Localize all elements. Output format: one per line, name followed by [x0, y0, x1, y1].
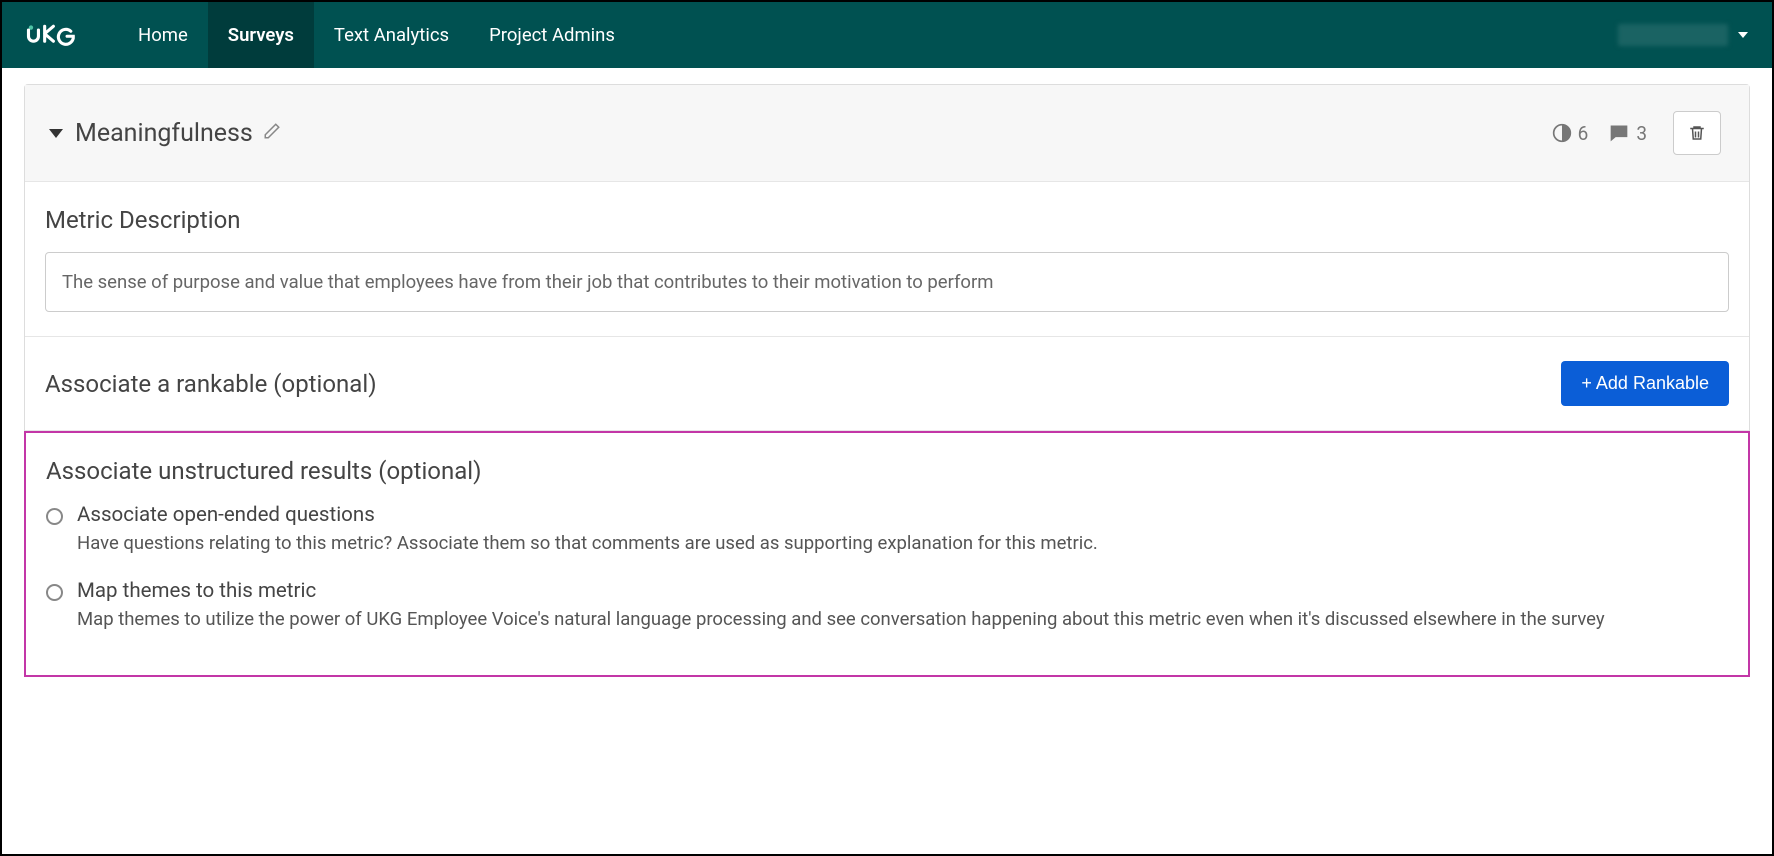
nav-item-home[interactable]: Home [118, 2, 208, 68]
associate-unstructured-section: Associate unstructured results (optional… [24, 431, 1750, 677]
nav-item-project-admins[interactable]: Project Admins [469, 2, 635, 68]
metric-description-section: Metric Description [25, 182, 1749, 337]
header-stats: 6 3 [1552, 122, 1647, 145]
add-rankable-button[interactable]: + Add Rankable [1561, 361, 1729, 406]
panel-title: Meaningfulness [75, 119, 253, 148]
edit-title-icon[interactable] [263, 122, 281, 144]
contrast-icon [1552, 123, 1572, 143]
metric-panel: Meaningfulness 6 [24, 84, 1750, 677]
stat-comments: 3 [1608, 122, 1647, 145]
radio-description: Have questions relating to this metric? … [77, 531, 1728, 557]
stat-contrast-value: 6 [1578, 122, 1589, 145]
radio-label: Map themes to this metric [77, 579, 1728, 603]
nav-item-surveys[interactable]: Surveys [208, 2, 314, 68]
radio-option-map-themes[interactable]: Map themes to this metric Map themes to … [46, 579, 1728, 633]
collapse-caret-icon[interactable] [49, 129, 63, 138]
chevron-down-icon [1738, 32, 1748, 38]
radio-description: Map themes to utilize the power of UKG E… [77, 607, 1728, 633]
user-name-redacted [1618, 24, 1728, 46]
stat-comments-value: 3 [1636, 122, 1647, 145]
associate-unstructured-title: Associate unstructured results (optional… [46, 457, 1728, 485]
trash-icon [1688, 123, 1706, 143]
associate-rankable-title: Associate a rankable (optional) [45, 370, 377, 398]
radio-label: Associate open-ended questions [77, 503, 1728, 527]
radio-option-open-ended[interactable]: Associate open-ended questions Have ques… [46, 503, 1728, 557]
top-navbar: Home Surveys Text Analytics Project Admi… [2, 2, 1772, 68]
metric-description-title: Metric Description [45, 206, 1729, 234]
nav-item-text-analytics[interactable]: Text Analytics [314, 2, 469, 68]
comment-icon [1608, 123, 1630, 143]
associate-rankable-section: Associate a rankable (optional) + Add Ra… [25, 337, 1749, 431]
panel-header: Meaningfulness 6 [25, 85, 1749, 182]
user-menu[interactable] [1594, 2, 1772, 68]
delete-button[interactable] [1673, 111, 1721, 155]
metric-description-input[interactable] [45, 252, 1729, 312]
radio-icon [46, 584, 63, 601]
stat-contrast: 6 [1552, 122, 1589, 145]
radio-icon [46, 508, 63, 525]
brand-logo[interactable] [26, 2, 82, 68]
nav-items: Home Surveys Text Analytics Project Admi… [118, 2, 635, 68]
